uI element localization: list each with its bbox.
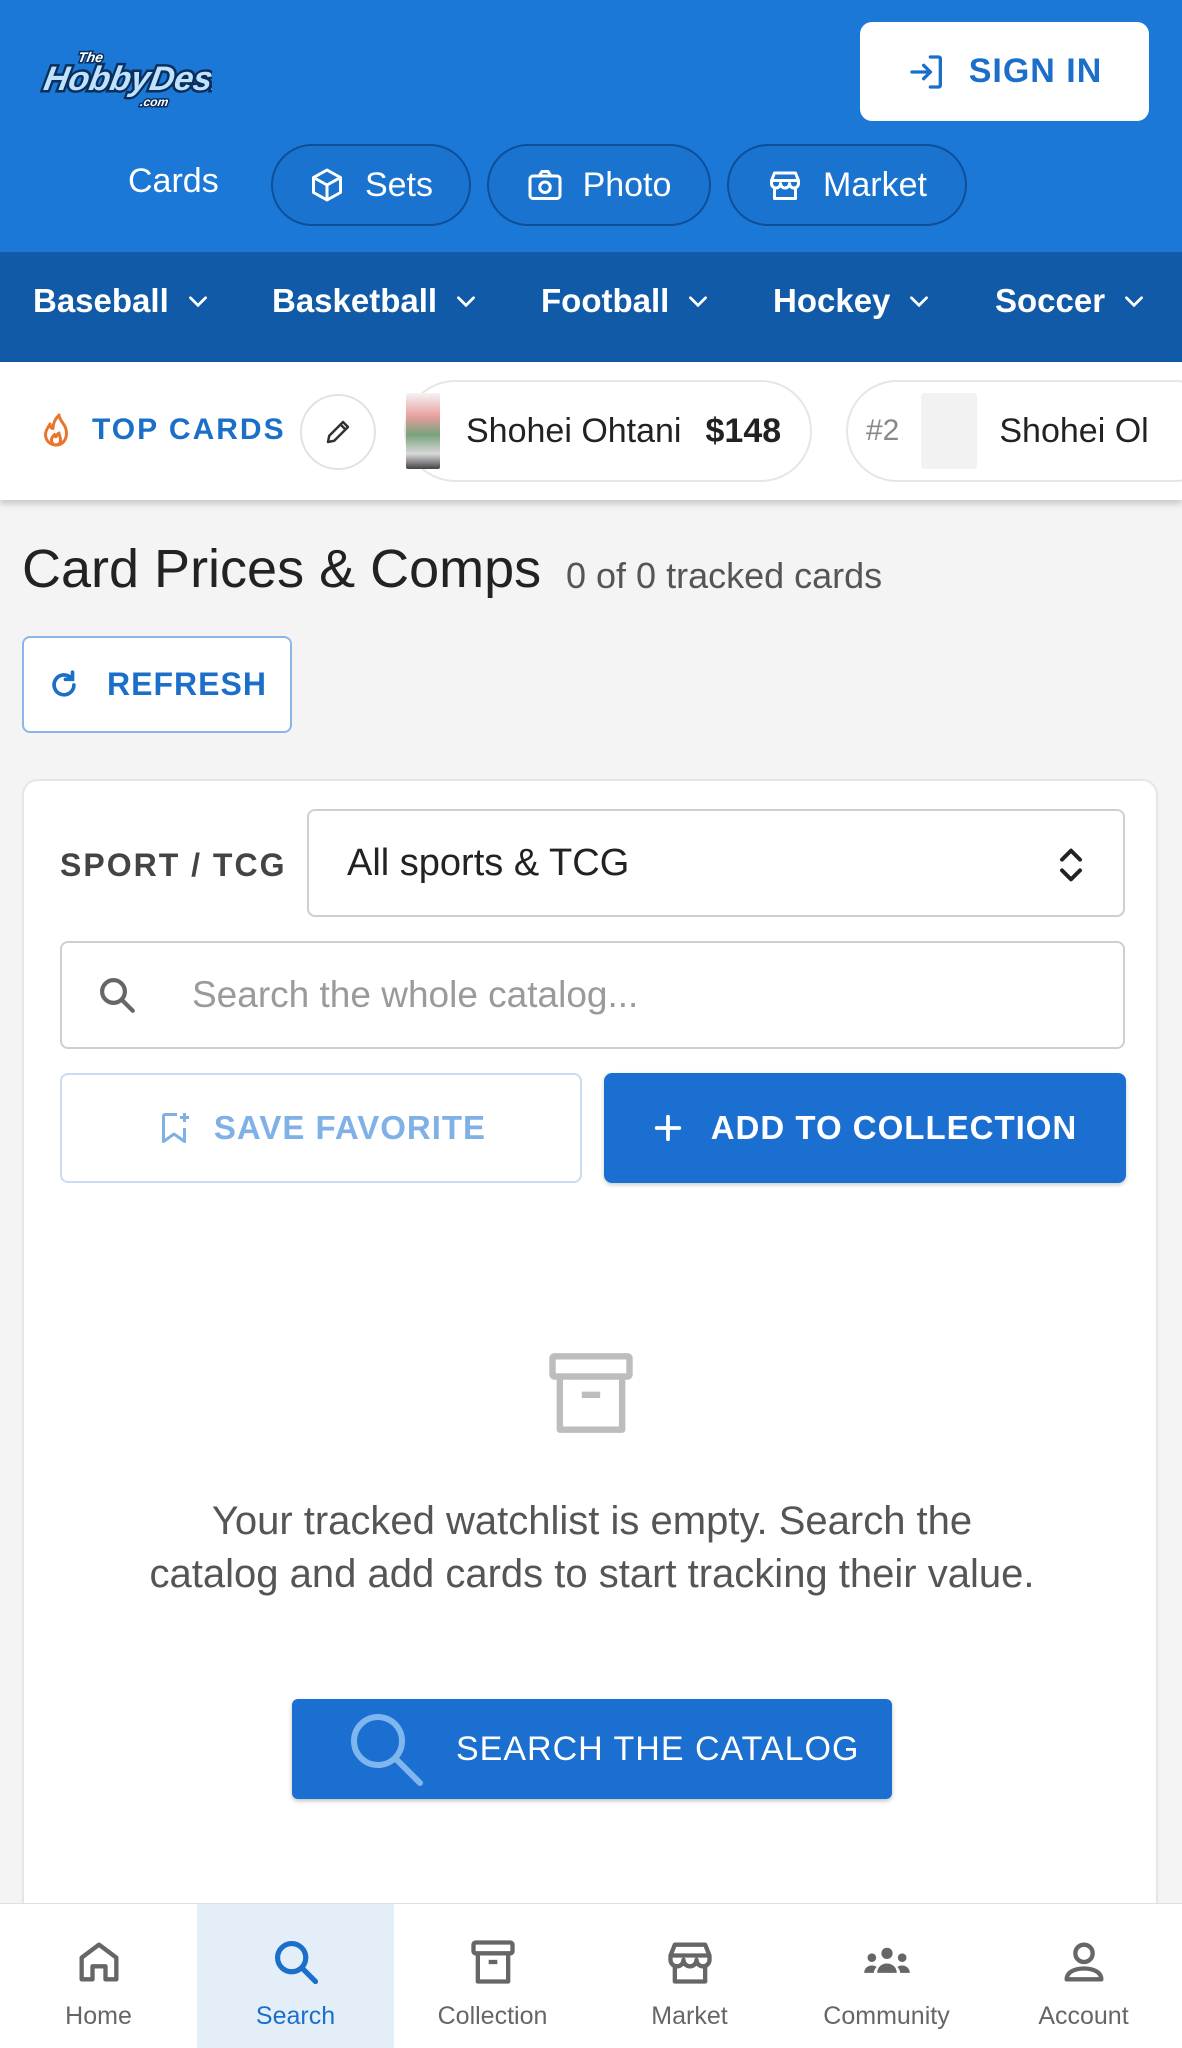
card-thumbnail: [406, 393, 440, 469]
tab-label: Collection: [437, 2002, 548, 2030]
archive-icon: [549, 1353, 633, 1433]
sport-select[interactable]: All sports & TCG: [307, 809, 1125, 917]
bottom-nav: Home Search Collection Market Community …: [0, 1903, 1182, 2048]
store-icon: [770, 171, 801, 200]
tab-search[interactable]: Search: [197, 1904, 394, 2048]
sport-label: Basketball: [272, 282, 438, 319]
sport-label: Baseball: [33, 282, 169, 319]
save-favorite-button[interactable]: SAVE FAVORITE: [60, 1073, 582, 1183]
cube-icon: [311, 168, 342, 202]
catalog-search-field[interactable]: Search the whole catalog...: [60, 941, 1125, 1049]
sport-football-dropdown[interactable]: Football: [541, 282, 711, 320]
top-cards-label: TOP CARDS: [92, 413, 286, 446]
chevron-down-icon: [689, 296, 708, 308]
refresh-label: REFRESH: [107, 666, 267, 702]
sign-in-button[interactable]: SIGN IN: [860, 22, 1149, 121]
sport-label: Hockey: [773, 282, 891, 319]
tab-label: Market: [651, 2002, 728, 2030]
save-favorite-label: SAVE FAVORITE: [213, 1109, 487, 1146]
person-icon: [1064, 1942, 1103, 1982]
fire-icon: [44, 413, 68, 447]
search-catalog-label: SEARCH THE CATALOG: [456, 1729, 860, 1768]
chevron-down-icon: [910, 296, 929, 308]
nav-sets[interactable]: Sets: [271, 144, 471, 226]
sport-label: Football: [541, 282, 670, 319]
search-icon: [100, 978, 135, 1013]
tab-account[interactable]: Account: [985, 1904, 1182, 2048]
top-card-item[interactable]: Shohei Ohtani $148: [404, 380, 812, 482]
tab-collection[interactable]: Collection: [394, 1904, 591, 2048]
empty-watchlist-message: Your tracked watchlist is empty. Search …: [149, 1499, 1035, 1596]
watchlist-panel: SPORT / TCG All sports & TCG Search the …: [22, 779, 1158, 2048]
card-thumbnail: [921, 393, 978, 469]
sport-hockey-dropdown[interactable]: Hockey: [773, 282, 932, 320]
app-header: The HobbyDesk .com SIGN IN Cards Sets Ph…: [0, 0, 1182, 252]
sport-nav: Baseball Basketball Football Hockey Socc…: [0, 252, 1182, 362]
chevron-down-icon: [188, 296, 207, 308]
add-to-collection-button[interactable]: ADD TO COLLECTION: [604, 1073, 1126, 1183]
sport-basketball-dropdown[interactable]: Basketball: [272, 282, 479, 320]
search-catalog-button[interactable]: SEARCH THE CATALOG: [292, 1699, 892, 1799]
tab-label: Home: [65, 2002, 132, 2030]
bookmark-add-icon: [161, 1113, 189, 1143]
tab-home[interactable]: Home: [0, 1904, 197, 2048]
tab-market[interactable]: Market: [591, 1904, 788, 2048]
nav-market[interactable]: Market: [727, 144, 967, 226]
people-icon: [863, 1947, 910, 1973]
top-card-item[interactable]: #2 Shohei Ol: [846, 380, 1182, 482]
tab-label: Account: [1038, 2002, 1129, 2030]
home-icon: [79, 1942, 118, 1982]
chevron-down-icon: [1125, 296, 1144, 308]
tracked-count: 0 of 0 tracked cards: [566, 555, 883, 596]
card-name: Shohei Ohtani: [466, 411, 682, 450]
nav-cards[interactable]: Cards: [128, 162, 219, 201]
store-icon: [667, 1942, 712, 1984]
camera-icon: [528, 170, 562, 200]
hobbydesk-logo[interactable]: The HobbyDesk .com: [36, 36, 212, 112]
sport-select-value: All sports & TCG: [347, 841, 630, 884]
tab-label: Community: [823, 2002, 950, 2030]
add-to-collection-label: ADD TO COLLECTION: [710, 1109, 1078, 1146]
nav-photo[interactable]: Photo: [487, 144, 711, 226]
card-name: Shohei Ol: [999, 411, 1149, 450]
svg-text:HobbyDesk: HobbyDesk: [41, 60, 212, 98]
card-rank: #2: [866, 414, 900, 447]
svg-text:.com: .com: [139, 95, 170, 109]
sport-label: Soccer: [995, 282, 1106, 319]
search-icon: [274, 1940, 318, 1985]
sign-in-label: SIGN IN: [968, 52, 1103, 90]
plus-icon: [654, 1114, 681, 1142]
top-cards-strip: TOP CARDS Shohei Ohtani $148 #2 Shohei O…: [0, 362, 1182, 500]
search-placeholder: Search the whole catalog...: [192, 974, 639, 1015]
card-price: $148: [705, 411, 782, 450]
sport-filter-label: SPORT / TCG: [60, 847, 287, 883]
nav-photo-label: Photo: [582, 165, 672, 204]
refresh-button[interactable]: REFRESH: [22, 636, 292, 733]
updown-chevron-icon: [1060, 848, 1082, 882]
search-icon: [351, 1714, 423, 1786]
primary-nav: Cards Sets Photo Market: [0, 142, 1182, 226]
nav-market-label: Market: [823, 165, 927, 204]
nav-sets-label: Sets: [364, 165, 434, 204]
tab-community[interactable]: Community: [788, 1904, 985, 2048]
login-icon: [910, 54, 942, 89]
top-cards-heading: TOP CARDS: [38, 412, 286, 448]
chevron-down-icon: [457, 296, 476, 308]
page-title: Card Prices & Comps: [22, 539, 542, 599]
archive-icon: [470, 1940, 515, 1984]
refresh-icon: [52, 669, 76, 697]
pencil-icon: [326, 420, 350, 444]
sport-soccer-dropdown[interactable]: Soccer: [995, 282, 1147, 320]
tab-label: Search: [255, 2002, 336, 2030]
edit-top-cards-button[interactable]: [300, 394, 376, 470]
sport-baseball-dropdown[interactable]: Baseball: [33, 282, 211, 320]
